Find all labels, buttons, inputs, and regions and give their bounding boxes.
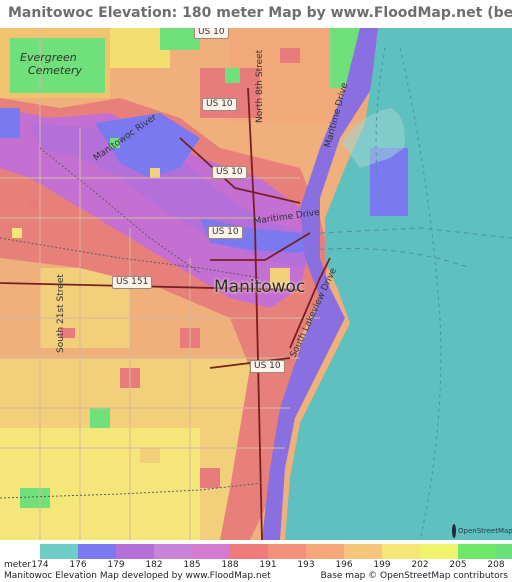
legend-color-bar <box>40 544 512 559</box>
legend-swatch-3 <box>154 544 192 559</box>
legend-tick-208: 208 <box>487 560 505 570</box>
footer-credit: Manitowoc Elevation Map developed by www… <box>4 571 271 581</box>
legend-unit: meter <box>4 560 32 570</box>
cemetery-label-line2: Cemetery <box>28 64 83 77</box>
legend-swatch-12 <box>496 544 512 559</box>
legend-tick-182: 182 <box>145 560 163 570</box>
legend-swatch-8 <box>344 544 382 559</box>
page-title: Manitowoc Elevation: 180 meter Map by ww… <box>8 5 512 21</box>
green-patch-sw1 <box>90 408 110 428</box>
elevation-map[interactable]: Evergreen Cemetery North 8th Street Mari… <box>0 28 512 540</box>
legend-swatch-10 <box>420 544 458 559</box>
cemetery-label-line1: Evergreen <box>20 51 77 64</box>
legend-tick-193: 193 <box>297 560 315 570</box>
footer: Manitowoc Elevation Map developed by www… <box>0 571 512 582</box>
legend-tick-202: 202 <box>411 560 429 570</box>
us10-shield-3: US 10 <box>208 226 243 239</box>
legend-swatch-9 <box>382 544 420 559</box>
footer-attribution: Base map © OpenStreetMap contributors <box>320 571 508 581</box>
green-patch-sw2 <box>20 488 50 508</box>
lowland-blue-3 <box>0 108 20 138</box>
legend-tick-174: 174 <box>31 560 49 570</box>
us10-shield-south: US 10 <box>250 360 285 373</box>
us10-shield-top: US 10 <box>194 28 229 39</box>
osm-logo-text: OpenStreetMap <box>458 527 512 535</box>
legend-tick-188: 188 <box>221 560 239 570</box>
osm-magnifier-icon <box>452 524 456 538</box>
legend-swatch-0 <box>40 544 78 559</box>
legend-swatch-7 <box>306 544 344 559</box>
legend-swatch-4 <box>192 544 230 559</box>
south-21st-street-label: South 21st Street <box>56 274 66 353</box>
us10-shield-1: US 10 <box>202 98 237 111</box>
openstreetmap-logo[interactable]: OpenStreetMap <box>452 522 512 540</box>
legend-tick-199: 199 <box>373 560 391 570</box>
legend-swatch-1 <box>78 544 116 559</box>
legend-tick-176: 176 <box>69 560 87 570</box>
city-label: Manitowoc <box>214 277 306 297</box>
legend-swatch-5 <box>230 544 268 559</box>
us10-shield-2: US 10 <box>212 166 247 179</box>
north-8th-street-label: North 8th Street <box>255 49 265 123</box>
higher-ground-sw <box>0 428 200 540</box>
legend-swatch-6 <box>268 544 306 559</box>
legend-tick-191: 191 <box>259 560 277 570</box>
legend-swatch-2 <box>116 544 154 559</box>
legend-tick-185: 185 <box>183 560 201 570</box>
legend-tick-179: 179 <box>107 560 125 570</box>
legend-swatch-11 <box>458 544 496 559</box>
legend-tick-196: 196 <box>335 560 353 570</box>
us151-shield: US 151 <box>112 276 153 289</box>
legend-tick-205: 205 <box>449 560 467 570</box>
